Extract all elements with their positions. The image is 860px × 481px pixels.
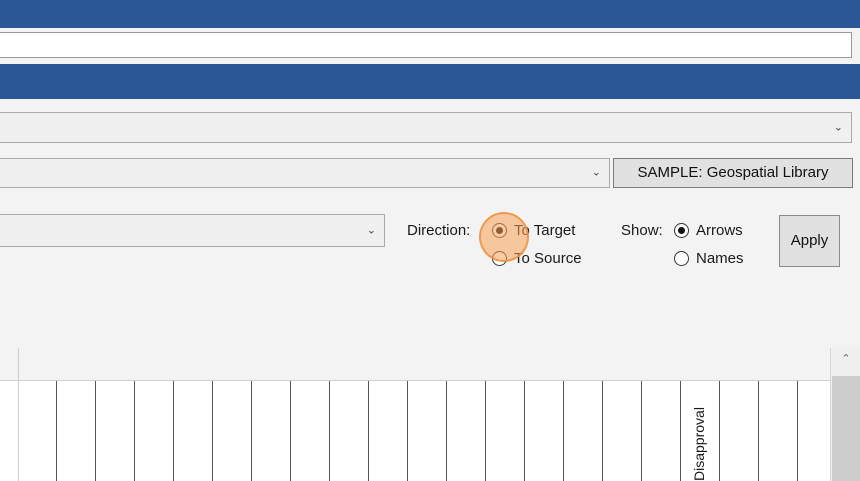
grid-column-line xyxy=(251,381,252,481)
grid-column-line xyxy=(368,381,369,481)
address-field[interactable] xyxy=(0,32,852,58)
chevron-down-icon: ⌄ xyxy=(366,224,376,236)
library-dropdown[interactable]: ⌄ xyxy=(0,158,610,188)
library-button[interactable]: SAMPLE: Geospatial Library xyxy=(613,158,853,188)
grid-column-line xyxy=(524,381,525,481)
grid-column-line xyxy=(446,381,447,481)
scrollbar-thumb[interactable] xyxy=(832,376,860,481)
radio-unselected-icon xyxy=(492,251,507,266)
grid-column-line xyxy=(758,381,759,481)
chevron-down-icon: ⌄ xyxy=(833,121,843,133)
grid-column-line xyxy=(18,348,19,481)
show-names-radio[interactable]: Names xyxy=(674,250,744,267)
grid-column-header-disapproval[interactable]: Disapproval xyxy=(687,384,717,481)
grid-column-line xyxy=(173,381,174,481)
window-title-bar xyxy=(0,0,860,28)
grid-column-line xyxy=(680,381,681,481)
grid-header-row xyxy=(0,348,830,381)
grid-column-line xyxy=(797,381,798,481)
grid-column-line xyxy=(485,381,486,481)
radio-unselected-icon xyxy=(674,251,689,266)
show-names-label: Names xyxy=(696,250,744,267)
grid-column-line xyxy=(329,381,330,481)
grid-column-header-label: Disapproval xyxy=(691,407,707,481)
direction-to-target-radio[interactable]: To Target xyxy=(492,222,575,239)
grid-column-line xyxy=(602,381,603,481)
show-arrows-label: Arrows xyxy=(696,222,743,239)
direction-label: Direction: xyxy=(407,222,471,239)
apply-button[interactable]: Apply xyxy=(779,215,840,267)
top-dropdown[interactable]: ⌄ xyxy=(0,112,852,143)
chevron-down-icon: ⌄ xyxy=(591,166,601,179)
grid-column-line xyxy=(290,381,291,481)
section-header-bar xyxy=(0,64,860,99)
relationship-dropdown[interactable]: ⌄ xyxy=(0,214,385,247)
relationship-grid[interactable]: Disapproval xyxy=(0,348,830,481)
grid-column-line xyxy=(641,381,642,481)
grid-column-line xyxy=(563,381,564,481)
chevron-up-icon[interactable]: ⌃ xyxy=(831,348,860,370)
direction-to-source-radio[interactable]: To Source xyxy=(492,250,582,267)
grid-column-line xyxy=(134,381,135,481)
grid-column-line xyxy=(719,381,720,481)
show-arrows-radio[interactable]: Arrows xyxy=(674,222,743,239)
radio-selected-icon xyxy=(674,223,689,238)
direction-to-source-label: To Source xyxy=(514,250,582,267)
radio-selected-icon xyxy=(492,223,507,238)
grid-column-line xyxy=(407,381,408,481)
grid-column-line xyxy=(212,381,213,481)
show-label: Show: xyxy=(621,222,663,239)
direction-to-target-label: To Target xyxy=(514,222,576,239)
grid-column-line xyxy=(56,381,57,481)
vertical-scrollbar[interactable]: ⌃ xyxy=(830,348,860,481)
grid-column-line xyxy=(95,381,96,481)
